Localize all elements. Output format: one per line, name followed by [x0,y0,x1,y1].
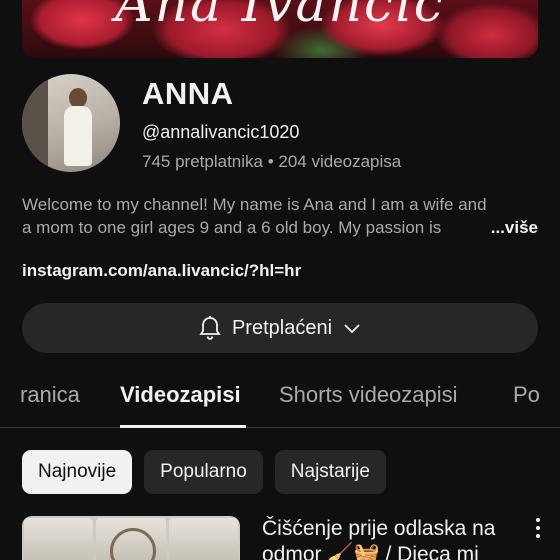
channel-handle: @annalivancic1020 [142,122,300,142]
description-line-1: Welcome to my channel! My name is Ana an… [22,195,487,214]
tab-home[interactable]: ranica [20,382,80,408]
video-thumbnail[interactable] [22,516,240,560]
chevron-down-icon [342,321,362,335]
channel-name: ANNA [142,76,234,111]
tab-shorts[interactable]: Shorts videozapisi [279,382,458,408]
active-tab-indicator [120,425,246,428]
channel-link[interactable]: instagram.com/ana.livancic/?hl=hr [22,261,301,281]
channel-stats: 745 pretplatnika • 204 videozapisa [142,152,402,171]
bell-icon [198,315,222,341]
channel-tabs: ranica Videozapisi Shorts videozapisi Po [0,370,560,428]
chip-oldest[interactable]: Najstarije [274,450,386,494]
video-title[interactable]: Čišćenje prije odlaska na odmor 🧹🧺 / Die… [262,516,524,560]
banner-script-text: Ana Ivancic [115,0,445,34]
sort-chips: Najnovije Popularno Najstarije [22,450,386,494]
subscribed-label: Pretplaćeni [231,316,333,339]
more-vert-icon[interactable] [530,516,546,540]
chip-popular[interactable]: Popularno [144,450,263,494]
more-button[interactable]: ...više [456,218,538,238]
tab-videos[interactable]: Videozapisi [120,382,241,408]
tab-playlists[interactable]: Po [513,382,540,408]
subscribed-button[interactable]: Pretplaćeni [22,303,538,353]
chip-newest[interactable]: Najnovije [22,450,133,494]
channel-avatar[interactable] [22,74,120,172]
channel-banner: Ana Ivancic [22,0,538,58]
